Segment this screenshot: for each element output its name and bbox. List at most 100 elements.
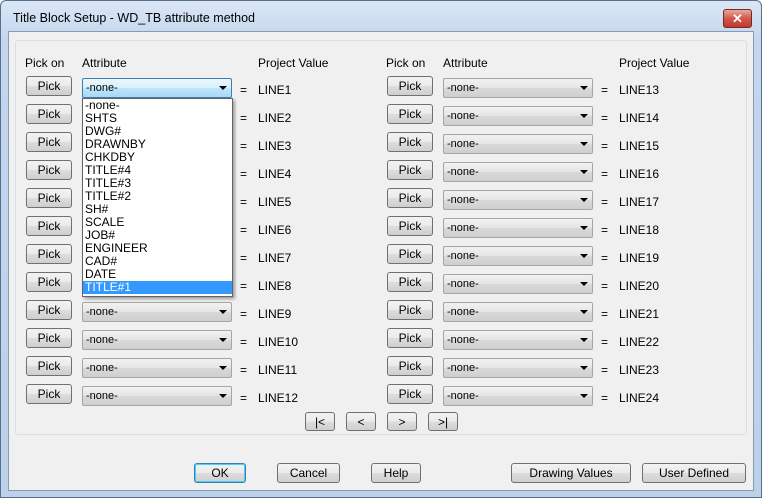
attribute-combo[interactable]: -none- bbox=[443, 274, 593, 294]
equals-sign: = bbox=[240, 307, 248, 321]
pick-button[interactable]: Pick bbox=[387, 188, 433, 208]
attribute-combo[interactable]: -none- bbox=[82, 330, 232, 350]
attribute-combo[interactable]: -none- bbox=[82, 386, 232, 406]
equals-sign: = bbox=[240, 111, 248, 125]
attribute-combo[interactable]: -none- bbox=[443, 302, 593, 322]
project-value: LINE14 bbox=[619, 111, 660, 125]
attribute-combo[interactable]: -none- bbox=[443, 358, 593, 378]
pick-button[interactable]: Pick bbox=[26, 132, 72, 152]
attribute-combo[interactable]: -none- bbox=[82, 358, 232, 378]
project-value: LINE4 bbox=[258, 167, 292, 181]
pick-button[interactable]: Pick bbox=[26, 272, 72, 292]
combo-value: -none- bbox=[447, 82, 479, 94]
project-value: LINE6 bbox=[258, 223, 292, 237]
attribute-combo[interactable]: -none- bbox=[82, 302, 232, 322]
chevron-down-icon bbox=[580, 114, 588, 118]
equals-sign: = bbox=[240, 279, 248, 293]
pick-button[interactable]: Pick bbox=[387, 356, 433, 376]
pick-button[interactable]: Pick bbox=[26, 244, 72, 264]
pick-button[interactable]: Pick bbox=[387, 132, 433, 152]
pick-button[interactable]: Pick bbox=[387, 244, 433, 264]
attribute-dropdown-list[interactable]: -none- SHTS DWG# DRAWNBY CHKDBY TITLE#4 TITLE#… bbox=[82, 98, 233, 297]
attribute-header-right: Attribute bbox=[443, 56, 488, 70]
project-value: LINE2 bbox=[258, 111, 292, 125]
pick-button[interactable]: Pick bbox=[387, 104, 433, 124]
project-value: LINE23 bbox=[619, 363, 660, 377]
chevron-down-icon bbox=[580, 282, 588, 286]
equals-sign: = bbox=[240, 363, 248, 377]
attribute-combo[interactable]: -none- bbox=[443, 386, 593, 406]
combo-value: -none- bbox=[86, 82, 118, 94]
chevron-down-icon bbox=[580, 394, 588, 398]
equals-sign: = bbox=[601, 195, 609, 209]
equals-sign: = bbox=[240, 195, 248, 209]
user-defined-button[interactable]: User Defined bbox=[642, 463, 746, 483]
pick-button[interactable]: Pick bbox=[26, 328, 72, 348]
dropdown-option[interactable]: TITLE#1 bbox=[83, 281, 232, 294]
pick-button[interactable]: Pick bbox=[387, 216, 433, 236]
project-value-header-left: Project Value bbox=[258, 56, 329, 70]
drawing-values-button[interactable]: Drawing Values bbox=[511, 463, 631, 483]
chevron-down-icon bbox=[580, 86, 588, 90]
pick-button[interactable]: Pick bbox=[26, 160, 72, 180]
chevron-down-icon bbox=[580, 198, 588, 202]
equals-sign: = bbox=[240, 391, 248, 405]
chevron-down-icon bbox=[219, 394, 227, 398]
chevron-down-icon bbox=[580, 310, 588, 314]
combo-value: -none- bbox=[447, 166, 479, 178]
project-value: LINE16 bbox=[619, 167, 660, 181]
pick-button[interactable]: Pick bbox=[26, 216, 72, 236]
attribute-combo[interactable]: -none- bbox=[443, 246, 593, 266]
help-button[interactable]: Help bbox=[371, 463, 421, 483]
project-value: LINE5 bbox=[258, 195, 292, 209]
close-button[interactable]: ✕ bbox=[723, 9, 752, 28]
combo-value: -none- bbox=[447, 306, 479, 318]
pick-button[interactable]: Pick bbox=[387, 76, 433, 96]
pick-button[interactable]: Pick bbox=[26, 188, 72, 208]
pick-button[interactable]: Pick bbox=[387, 300, 433, 320]
pick-button[interactable]: Pick bbox=[387, 272, 433, 292]
project-value-header-right: Project Value bbox=[619, 56, 690, 70]
combo-value: -none- bbox=[447, 362, 479, 374]
equals-sign: = bbox=[240, 139, 248, 153]
combo-value: -none- bbox=[86, 362, 118, 374]
ok-button[interactable]: OK bbox=[194, 463, 246, 483]
equals-sign: = bbox=[601, 279, 609, 293]
project-value: LINE13 bbox=[619, 83, 660, 97]
pick-button[interactable]: Pick bbox=[26, 104, 72, 124]
attribute-combo[interactable]: -none- bbox=[443, 162, 593, 182]
pick-button[interactable]: Pick bbox=[387, 384, 433, 404]
chevron-down-icon bbox=[580, 338, 588, 342]
attribute-combo[interactable]: -none- bbox=[82, 78, 232, 98]
attribute-combo[interactable]: -none- bbox=[443, 190, 593, 210]
attribute-combo[interactable]: -none- bbox=[443, 218, 593, 238]
pick-button[interactable]: Pick bbox=[26, 300, 72, 320]
pick-button[interactable]: Pick bbox=[26, 76, 72, 96]
cancel-button[interactable]: Cancel bbox=[277, 463, 340, 483]
next-page-button[interactable]: > bbox=[387, 412, 417, 431]
equals-sign: = bbox=[601, 363, 609, 377]
pick-button[interactable]: Pick bbox=[26, 384, 72, 404]
project-value: LINE9 bbox=[258, 307, 292, 321]
chevron-down-icon bbox=[580, 226, 588, 230]
equals-sign: = bbox=[240, 251, 248, 265]
attribute-combo[interactable]: -none- bbox=[443, 134, 593, 154]
combo-value: -none- bbox=[86, 306, 118, 318]
project-value: LINE10 bbox=[258, 335, 299, 349]
first-page-button[interactable]: |< bbox=[305, 412, 335, 431]
chevron-down-icon bbox=[219, 86, 227, 90]
attribute-combo[interactable]: -none- bbox=[443, 78, 593, 98]
project-value: LINE18 bbox=[619, 223, 660, 237]
pick-button[interactable]: Pick bbox=[387, 160, 433, 180]
equals-sign: = bbox=[601, 139, 609, 153]
prev-page-button[interactable]: < bbox=[346, 412, 376, 431]
window-title: Title Block Setup - WD_TB attribute meth… bbox=[13, 11, 255, 25]
pick-button[interactable]: Pick bbox=[387, 328, 433, 348]
equals-sign: = bbox=[601, 251, 609, 265]
project-value: LINE11 bbox=[258, 363, 298, 377]
attribute-combo[interactable]: -none- bbox=[443, 330, 593, 350]
pick-button[interactable]: Pick bbox=[26, 356, 72, 376]
last-page-button[interactable]: >| bbox=[428, 412, 458, 431]
equals-sign: = bbox=[601, 83, 609, 97]
attribute-combo[interactable]: -none- bbox=[443, 106, 593, 126]
